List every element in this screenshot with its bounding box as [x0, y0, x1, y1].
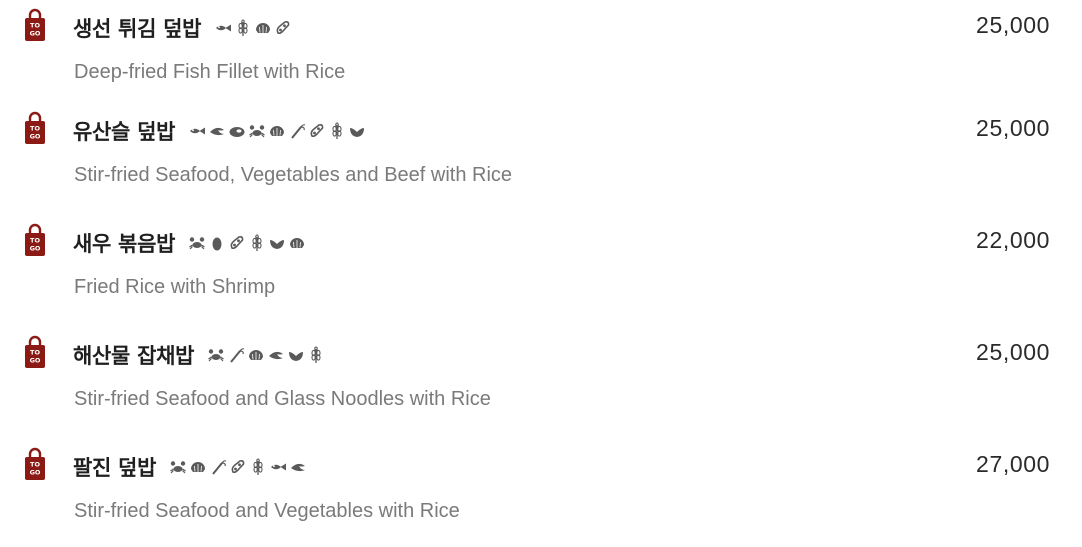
item-title-row: 새우 볶음밥: [73, 229, 308, 257]
item-title-row: 해산물 잡채밥: [73, 341, 327, 369]
shellfish-icon: [270, 126, 285, 136]
shellfish-icon: [191, 462, 206, 472]
togo-text-to: TO: [30, 349, 40, 357]
mussel-icon: [270, 240, 285, 249]
togo-text-go: GO: [30, 245, 41, 253]
togo-text-go: GO: [30, 133, 41, 141]
togo-text-go: GO: [30, 357, 41, 365]
togo-bag-icon: TO GO: [25, 223, 45, 256]
togo-bag-icon: TO GO: [25, 8, 45, 41]
item-price: 25,000: [976, 339, 1050, 365]
crab-icon: [170, 461, 186, 474]
item-price: 22,000: [976, 227, 1050, 253]
togo-text-go: GO: [30, 30, 41, 38]
item-description: Fried Rice with Shrimp: [74, 276, 276, 298]
togo-text-to: TO: [30, 237, 40, 245]
squid-icon: [291, 463, 306, 472]
menu-item[interactable]: TO GO 유산슬 덮밥 25,000 Stir-fried Seafood, …: [0, 111, 1082, 211]
shrimp-icon: [291, 124, 306, 139]
wheat-icon: [311, 346, 321, 363]
menu-list: TO GO 생선 튀김 덮밥 25,000 Deep-fried Fish Fi…: [0, 0, 1082, 522]
togo-text-go: GO: [30, 469, 41, 477]
shrimp-icon: [230, 348, 245, 363]
mussel-icon: [350, 128, 365, 137]
shellfish-icon: [256, 23, 271, 33]
soy-icon: [310, 124, 324, 138]
wheat-icon: [332, 122, 342, 139]
item-name: 유산슬 덮밥: [73, 120, 176, 144]
mussel-icon: [289, 352, 304, 361]
item-description: Stir-fried Seafood and Vegetables with R…: [74, 500, 460, 522]
allergen-icons: [214, 19, 294, 37]
item-title-row: 유산슬 덮밥: [73, 117, 368, 145]
item-description: Stir-fried Seafood and Glass Noodles wit…: [74, 388, 491, 410]
allergen-icons: [188, 122, 368, 140]
crab-icon: [189, 237, 205, 250]
wheat-icon: [238, 19, 248, 36]
shellfish-icon: [290, 238, 305, 248]
menu-item[interactable]: TO GO 생선 튀김 덮밥 25,000 Deep-fried Fish Fi…: [0, 8, 1082, 108]
item-name: 팔진 덮밥: [73, 456, 157, 480]
item-price: 25,000: [976, 115, 1050, 141]
item-description: Deep-fried Fish Fillet with Rice: [74, 61, 346, 83]
fish-icon: [216, 24, 232, 32]
togo-bag-icon: TO GO: [25, 447, 45, 480]
soy-icon: [276, 21, 290, 35]
togo-bag-icon: TO GO: [25, 111, 45, 144]
squid-icon: [269, 351, 284, 360]
item-description: Stir-fried Seafood, Vegetables and Beef …: [74, 164, 513, 186]
togo-text-to: TO: [30, 22, 40, 30]
togo-bag-icon: TO GO: [25, 335, 45, 368]
crab-icon: [208, 349, 224, 362]
soy-icon: [231, 460, 245, 474]
egg-icon: [212, 237, 222, 251]
menu-item[interactable]: TO GO 해산물 잡채밥 25,000 Stir-fried Seafood …: [0, 335, 1082, 435]
menu-item[interactable]: TO GO 새우 볶음밥 22,000 Fried Rice with Shri…: [0, 223, 1082, 323]
item-price: 25,000: [976, 12, 1050, 38]
fish-icon: [190, 127, 206, 135]
item-price: 27,000: [976, 451, 1050, 477]
item-name: 새우 볶음밥: [73, 232, 176, 256]
squid-icon: [210, 127, 225, 136]
togo-text-to: TO: [30, 461, 40, 469]
allergen-icons: [169, 458, 309, 476]
item-name: 생선 튀김 덮밥: [73, 17, 202, 41]
wheat-icon: [252, 234, 262, 251]
menu-item[interactable]: TO GO 팔진 덮밥 27,000 Stir-fried Seafood an…: [0, 447, 1082, 547]
item-title-row: 팔진 덮밥: [73, 453, 309, 481]
allergen-icons: [207, 346, 327, 364]
fish-icon: [271, 463, 287, 471]
soy-icon: [230, 236, 244, 250]
beef-icon: [229, 127, 245, 137]
wheat-icon: [253, 458, 263, 475]
togo-text-to: TO: [30, 125, 40, 133]
allergen-icons: [188, 234, 308, 252]
shellfish-icon: [249, 350, 264, 360]
item-title-row: 생선 튀김 덮밥: [73, 14, 294, 42]
item-name: 해산물 잡채밥: [73, 344, 195, 368]
shrimp-icon: [212, 460, 227, 475]
crab-icon: [249, 125, 265, 138]
